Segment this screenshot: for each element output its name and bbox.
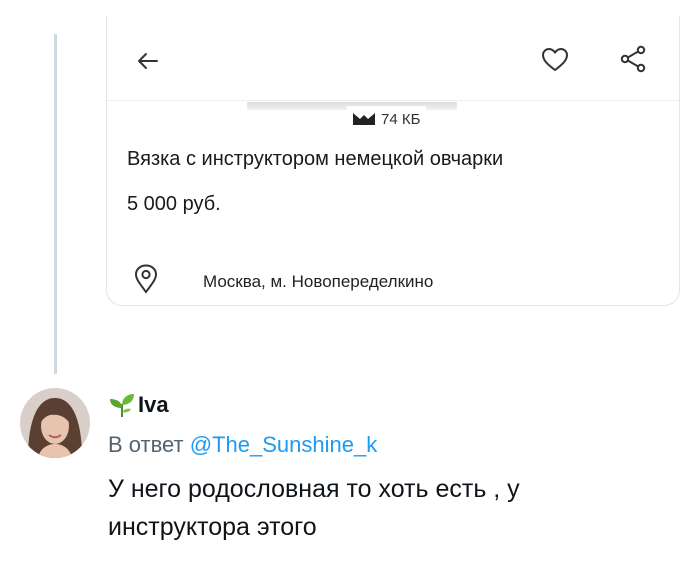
- reply-to-line: В ответ @The_Sunshine_k: [108, 432, 377, 458]
- tweet-text: У него родословная то хоть есть , у инст…: [108, 475, 520, 541]
- avatar-image: [20, 388, 90, 458]
- share-icon[interactable]: [619, 44, 647, 74]
- ad-price: 5 000 руб.: [127, 193, 221, 215]
- mention-link[interactable]: @The_Sunshine_k: [190, 432, 377, 457]
- username-row[interactable]: Iva: [108, 392, 169, 418]
- username: Iva: [138, 392, 169, 417]
- heart-icon[interactable]: [541, 46, 569, 74]
- sprout-icon: [110, 394, 134, 417]
- ad-title: Вязка с инструктором немецкой овчарки: [127, 148, 504, 170]
- location-pin-icon: [134, 264, 158, 294]
- avatar[interactable]: [20, 388, 90, 458]
- back-arrow-icon[interactable]: [133, 46, 163, 76]
- image-size-label: 74 КБ: [347, 106, 427, 132]
- ad-card[interactable]: 74 КБ Вязка с инструктором немецкой овча…: [106, 16, 680, 306]
- reply-prefix: В ответ: [108, 432, 184, 457]
- thread-line: [54, 34, 57, 374]
- image-glyph-icon: [353, 113, 375, 125]
- image-size-text: 74 КБ: [381, 110, 421, 128]
- ad-location: Москва, м. Новопеределкино: [203, 272, 434, 291]
- screenshot-root: 74 КБ Вязка с инструктором немецкой овча…: [0, 0, 700, 587]
- ad-card-topbar: [107, 16, 679, 101]
